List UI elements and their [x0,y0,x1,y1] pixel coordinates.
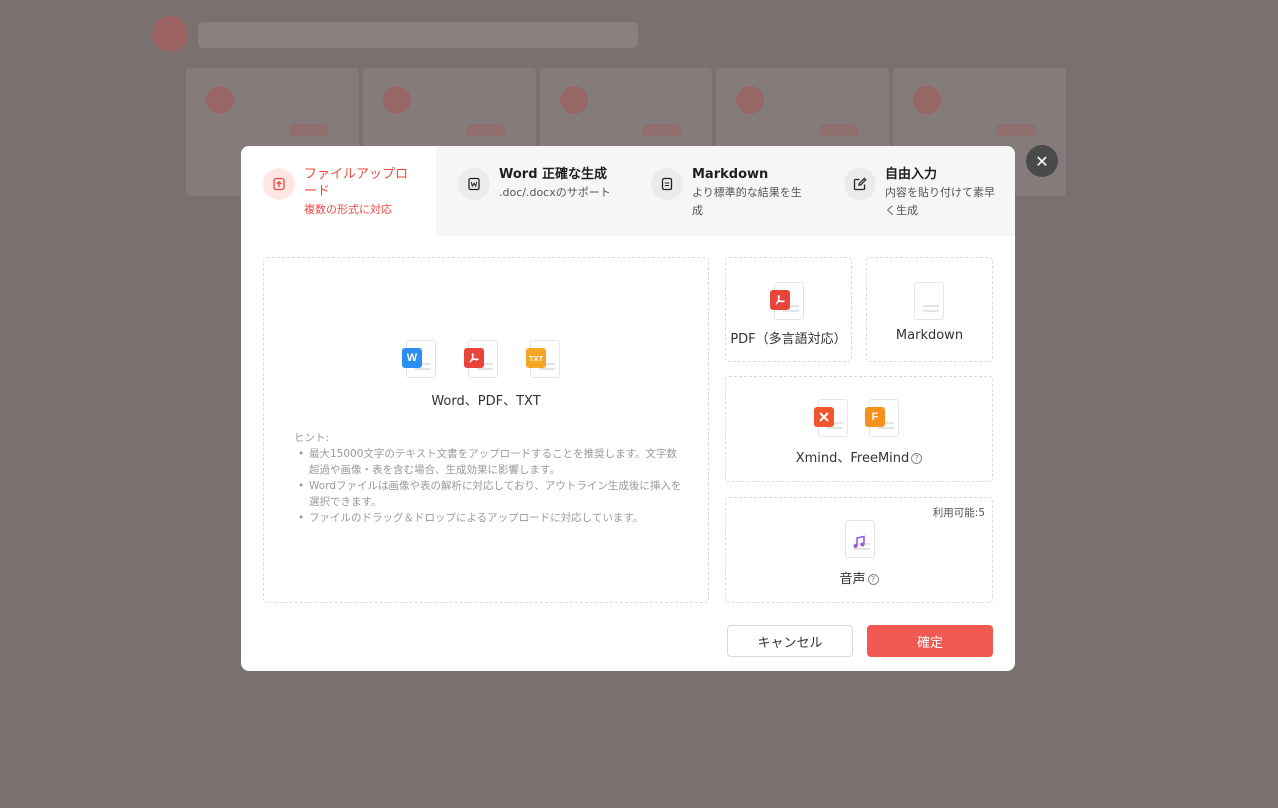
freemind-file-icon: F [865,399,901,439]
file-drop-zone[interactable]: W TXT Word、PDF、TXT ヒント: 最大15000文字のテキスト文書… [263,257,709,603]
markdown-option-label: Markdown [895,328,964,343]
edit-icon [844,168,876,200]
hint-item: Wordファイルは画像や表の解析に対応しており、アウトライン生成後に挿入を選択で… [294,478,684,510]
close-icon: ✕ [1035,151,1049,171]
cancel-button[interactable]: キャンセル [727,625,853,657]
upload-formats-label: Word、PDF、TXT [431,394,541,409]
document-icon [651,168,683,200]
tab-title: ファイルアップロード [304,167,409,199]
mindmap-option-label: Xmind、FreeMind? [726,447,992,466]
tab-title: Markdown [692,167,769,182]
tab-subtitle: 内容を貼り付けて素早く生成 [885,186,995,217]
help-icon[interactable]: ? [867,574,879,585]
upload-dialog: ファイルアップロード 複数の形式に対応 Word 正確な生成 .doc/.doc… [241,146,1015,671]
hint-title: ヒント: [294,432,330,444]
word-icon [458,168,490,200]
tab-title: Word 正確な生成 [499,167,608,182]
pdf-badge [464,348,484,368]
mindmap-label-text: Xmind、FreeMind [795,451,910,466]
background-logo [152,16,188,52]
help-icon[interactable]: ? [911,453,923,464]
tab-title: 自由入力 [885,167,938,182]
pdf-file-icon [464,340,500,380]
audio-option-label: 音声? [726,568,992,587]
audio-file-icon [841,520,877,560]
word-badge: W [402,348,422,368]
tab-subtitle: より標準的な結果を生成 [692,186,802,217]
music-note-icon [851,534,867,554]
tab-subtitle: 複数の形式に対応 [304,203,392,216]
word-file-icon: W [402,340,438,380]
hint-block: ヒント: 最大15000文字のテキスト文書をアップロードすることを推奨します。文… [294,430,684,526]
hint-item: 最大15000文字のテキスト文書をアップロードすることを推奨します。文字数超過や… [294,446,684,478]
upload-icon [263,168,295,200]
pdf-option-card[interactable]: PDF（多言語対応） [725,257,852,362]
audio-option-card[interactable]: 利用可能:5 音声? [725,497,993,603]
confirm-button[interactable]: 確定 [867,625,993,657]
xmind-file-icon [814,399,850,439]
txt-file-icon: TXT [526,340,562,380]
audio-availability: 利用可能:5 [932,507,985,519]
file-type-icons: W TXT [402,340,562,380]
tab-free-input[interactable]: 自由入力 内容を貼り付けて素早く生成 [822,146,1015,236]
tab-word[interactable]: Word 正確な生成 .doc/.docxのサポート [436,146,629,236]
tab-bar: ファイルアップロード 複数の形式に対応 Word 正確な生成 .doc/.doc… [241,146,1015,236]
txt-badge: TXT [526,348,546,368]
tab-markdown[interactable]: Markdown より標準的な結果を生成 [629,146,822,236]
pdf-option-label: PDF（多言語対応） [730,332,847,347]
mindmap-option-card[interactable]: F Xmind、FreeMind? [725,376,993,482]
close-button[interactable]: ✕ [1026,145,1058,177]
markdown-file-icon [911,282,947,322]
background-search-bar [198,22,638,48]
markdown-option-card[interactable]: Markdown [866,257,993,362]
pdf-file-icon [770,282,806,322]
tab-subtitle: .doc/.docxのサポート [499,186,611,199]
hint-item: ファイルのドラッグ＆ドロップによるアップロードに対応しています。 [294,510,684,526]
tab-file-upload[interactable]: ファイルアップロード 複数の形式に対応 [241,146,436,236]
audio-label-text: 音声 [839,572,866,587]
